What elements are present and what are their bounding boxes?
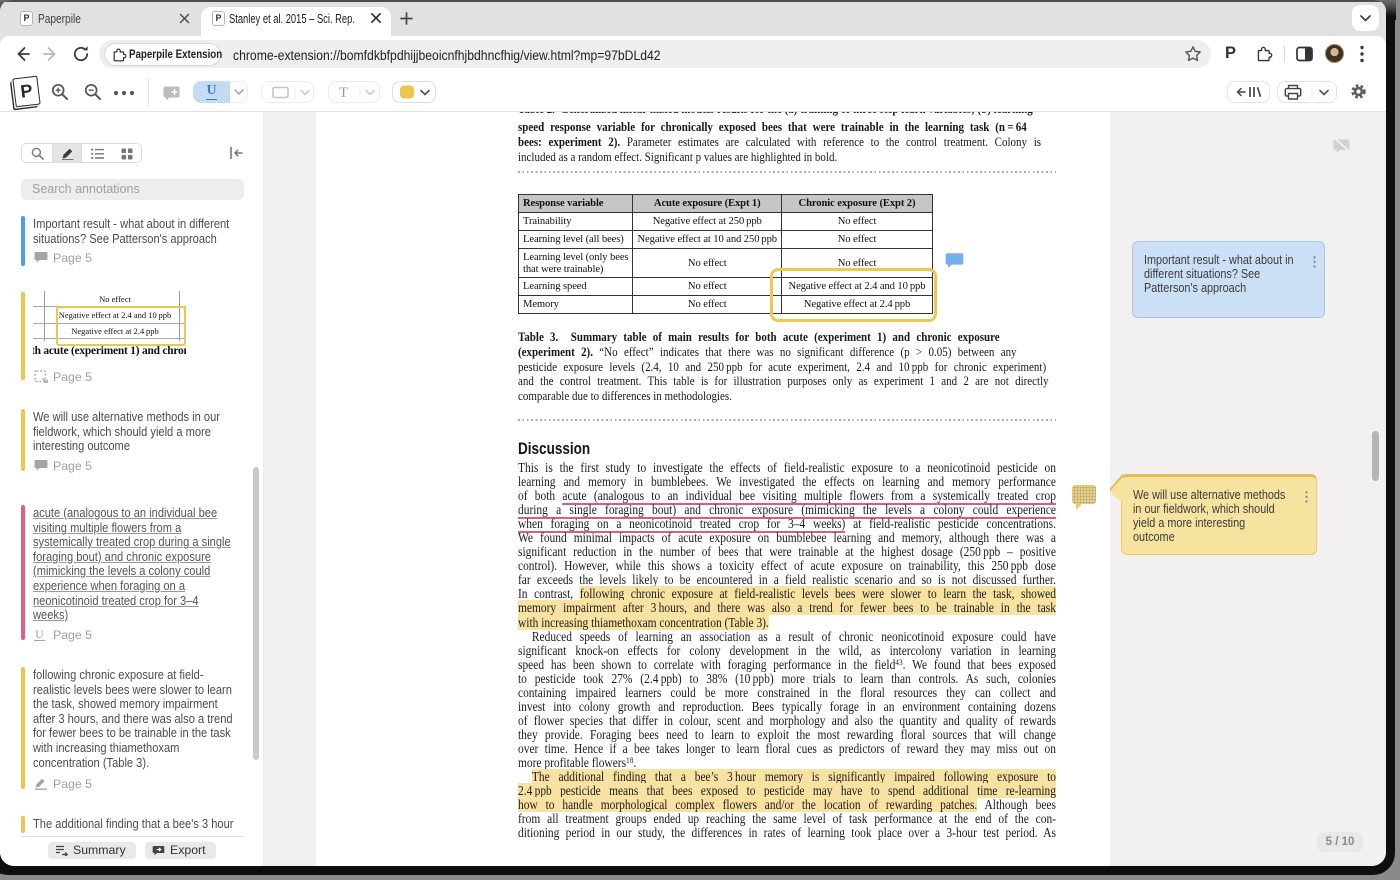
svg-text:T: T — [339, 85, 348, 101]
